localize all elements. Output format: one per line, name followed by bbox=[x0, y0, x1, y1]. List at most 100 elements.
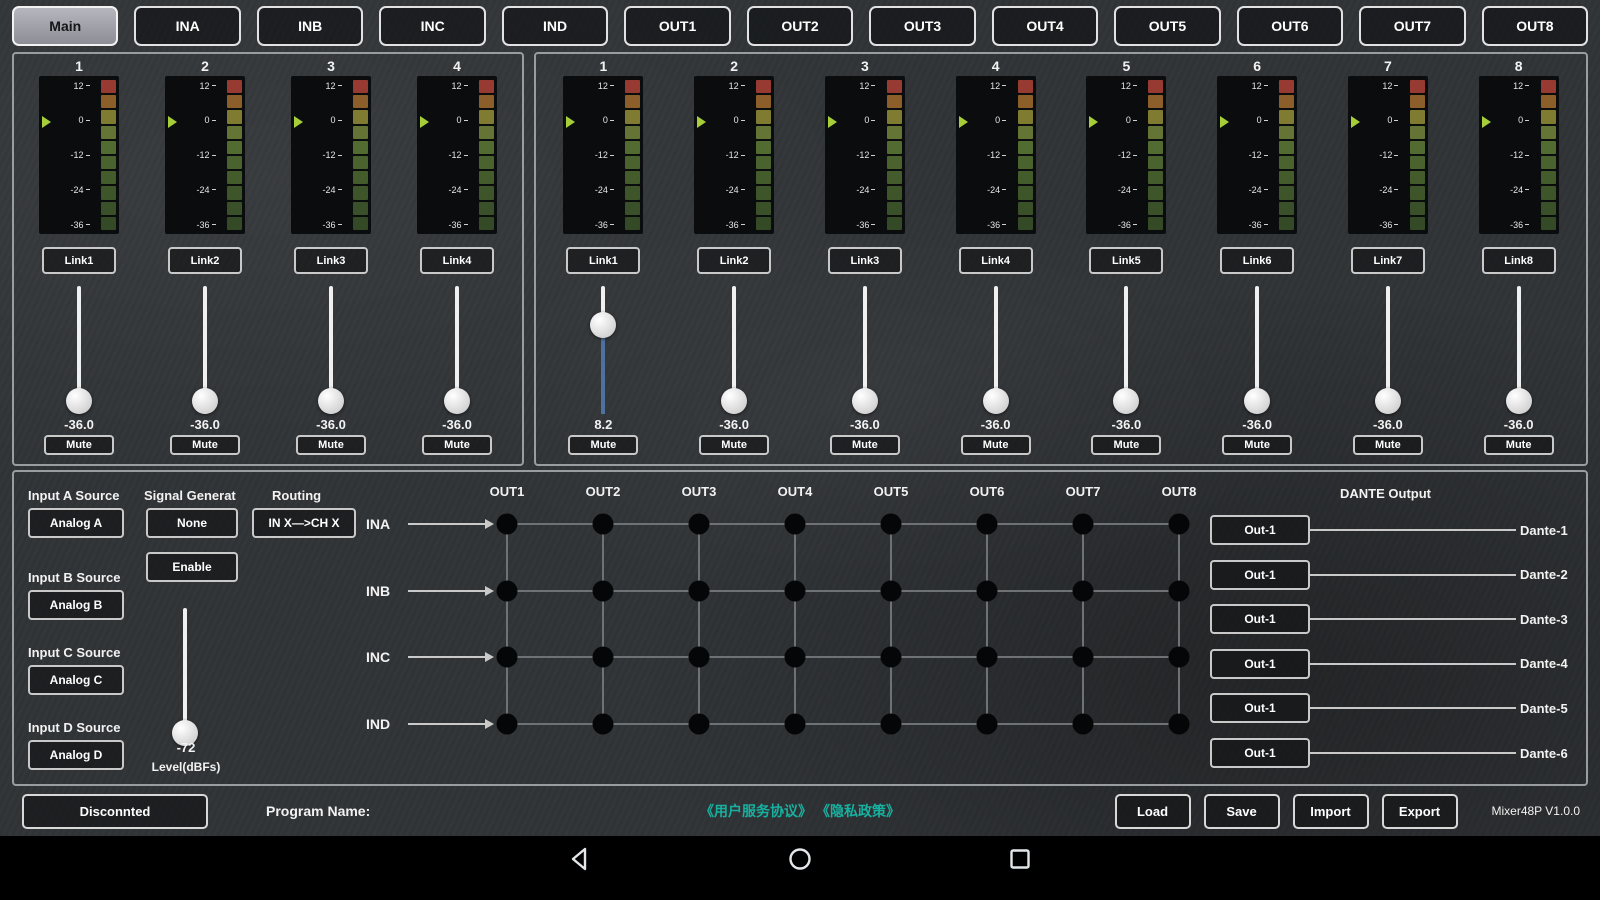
link-button[interactable]: Link5 bbox=[1089, 247, 1164, 274]
matrix-crosspoint[interactable] bbox=[784, 713, 806, 735]
matrix-crosspoint[interactable] bbox=[880, 713, 902, 735]
mute-button[interactable]: Mute bbox=[296, 435, 366, 455]
fader-knob[interactable] bbox=[1113, 388, 1140, 414]
tab-ind[interactable]: IND bbox=[501, 6, 609, 46]
matrix-crosspoint[interactable] bbox=[592, 713, 614, 735]
bottom-export-button[interactable]: Export bbox=[1381, 793, 1458, 829]
matrix-crosspoint[interactable] bbox=[1072, 580, 1094, 602]
dante-out-button[interactable]: Out-1 bbox=[1210, 515, 1310, 545]
dante-out-button[interactable]: Out-1 bbox=[1210, 693, 1310, 724]
link-button[interactable]: Link6 bbox=[1220, 247, 1295, 274]
channel-fader[interactable] bbox=[588, 286, 618, 414]
tab-inb[interactable]: INB bbox=[256, 6, 364, 46]
tab-inc[interactable]: INC bbox=[379, 6, 486, 46]
channel-fader[interactable] bbox=[190, 286, 220, 414]
mute-button[interactable]: Mute bbox=[829, 435, 900, 455]
channel-fader[interactable] bbox=[1373, 286, 1403, 414]
channel-fader[interactable] bbox=[442, 286, 472, 414]
dante-out-button[interactable]: Out-1 bbox=[1210, 559, 1310, 590]
tab-out4[interactable]: OUT4 bbox=[991, 6, 1099, 46]
agreement-links[interactable]: 《用户服务协议》 《隐私政策》 bbox=[700, 801, 900, 821]
tab-ina[interactable]: INA bbox=[134, 6, 241, 46]
matrix-crosspoint[interactable] bbox=[1168, 513, 1190, 535]
link-button[interactable]: Link7 bbox=[1350, 247, 1425, 274]
tab-out7[interactable]: OUT7 bbox=[1359, 6, 1466, 46]
link-button[interactable]: Link3 bbox=[294, 247, 368, 274]
tab-out3[interactable]: OUT3 bbox=[869, 6, 976, 46]
recents-icon[interactable] bbox=[1007, 846, 1033, 872]
link-button[interactable]: Link4 bbox=[420, 247, 494, 274]
matrix-crosspoint[interactable] bbox=[880, 580, 902, 602]
matrix-crosspoint[interactable] bbox=[1072, 646, 1094, 668]
bottom-import-button[interactable]: Import bbox=[1292, 793, 1369, 829]
channel-fader[interactable] bbox=[1242, 286, 1272, 414]
fader-knob[interactable] bbox=[590, 311, 617, 338]
link-button[interactable]: Link1 bbox=[42, 247, 116, 274]
tab-out1[interactable]: OUT1 bbox=[624, 6, 731, 46]
matrix-crosspoint[interactable] bbox=[880, 513, 902, 535]
link-button[interactable]: Link8 bbox=[1481, 247, 1556, 274]
fader-knob[interactable] bbox=[1244, 388, 1271, 414]
matrix-crosspoint[interactable] bbox=[1168, 646, 1190, 668]
mute-button[interactable]: Mute bbox=[1222, 435, 1293, 455]
matrix-crosspoint[interactable] bbox=[880, 646, 902, 668]
dante-out-button[interactable]: Out-1 bbox=[1210, 738, 1310, 768]
back-icon[interactable] bbox=[567, 846, 593, 872]
matrix-crosspoint[interactable] bbox=[976, 646, 998, 668]
input-d-source-button[interactable]: Analog D bbox=[28, 740, 124, 770]
matrix-crosspoint[interactable] bbox=[784, 513, 806, 535]
matrix-crosspoint[interactable] bbox=[496, 513, 518, 535]
tab-main[interactable]: Main bbox=[12, 6, 119, 46]
matrix-crosspoint[interactable] bbox=[688, 646, 710, 668]
signal-generator-enable-button[interactable]: Enable bbox=[146, 552, 238, 582]
mute-button[interactable]: Mute bbox=[960, 435, 1031, 455]
channel-fader[interactable] bbox=[316, 286, 346, 414]
matrix-crosspoint[interactable] bbox=[976, 580, 998, 602]
fader-knob[interactable] bbox=[851, 388, 878, 414]
matrix-crosspoint[interactable] bbox=[688, 580, 710, 602]
matrix-crosspoint[interactable] bbox=[496, 646, 518, 668]
channel-fader[interactable] bbox=[1111, 286, 1141, 414]
matrix-crosspoint[interactable] bbox=[1168, 713, 1190, 735]
mute-button[interactable]: Mute bbox=[699, 435, 770, 455]
fader-knob[interactable] bbox=[721, 388, 748, 414]
matrix-crosspoint[interactable] bbox=[592, 646, 614, 668]
matrix-crosspoint[interactable] bbox=[592, 580, 614, 602]
matrix-crosspoint[interactable] bbox=[688, 513, 710, 535]
matrix-crosspoint[interactable] bbox=[784, 646, 806, 668]
input-c-source-button[interactable]: Analog C bbox=[28, 665, 124, 695]
routing-mode-button[interactable]: IN X—>CH X bbox=[252, 508, 356, 538]
fader-knob[interactable] bbox=[192, 388, 218, 414]
matrix-crosspoint[interactable] bbox=[496, 713, 518, 735]
mute-button[interactable]: Mute bbox=[1483, 435, 1554, 455]
mute-button[interactable]: Mute bbox=[170, 435, 240, 455]
matrix-crosspoint[interactable] bbox=[688, 713, 710, 735]
mute-button[interactable]: Mute bbox=[1352, 435, 1423, 455]
matrix-crosspoint[interactable] bbox=[1072, 513, 1094, 535]
matrix-crosspoint[interactable] bbox=[976, 713, 998, 735]
fader-knob[interactable] bbox=[66, 388, 92, 414]
dante-out-button[interactable]: Out-1 bbox=[1210, 604, 1310, 635]
signal-generator-type-button[interactable]: None bbox=[146, 508, 238, 538]
fader-knob[interactable] bbox=[982, 388, 1009, 414]
mute-button[interactable]: Mute bbox=[44, 435, 114, 455]
mute-button[interactable]: Mute bbox=[422, 435, 492, 455]
input-b-source-button[interactable]: Analog B bbox=[28, 590, 124, 620]
connection-status-button[interactable]: Disconnted bbox=[22, 793, 208, 829]
link-button[interactable]: Link2 bbox=[697, 247, 772, 274]
dante-out-button[interactable]: Out-1 bbox=[1210, 648, 1310, 679]
fader-knob[interactable] bbox=[444, 388, 470, 414]
link-button[interactable]: Link3 bbox=[827, 247, 902, 274]
mute-button[interactable]: Mute bbox=[1091, 435, 1162, 455]
link-button[interactable]: Link2 bbox=[168, 247, 242, 274]
link-button[interactable]: Link4 bbox=[958, 247, 1033, 274]
link-button[interactable]: Link1 bbox=[566, 247, 641, 274]
fader-knob[interactable] bbox=[1505, 388, 1532, 414]
matrix-crosspoint[interactable] bbox=[1072, 713, 1094, 735]
bottom-save-button[interactable]: Save bbox=[1203, 793, 1280, 829]
channel-fader[interactable] bbox=[64, 286, 94, 414]
signal-generator-level-fader[interactable] bbox=[170, 608, 200, 746]
home-icon[interactable] bbox=[787, 846, 813, 872]
channel-fader[interactable] bbox=[1504, 286, 1534, 414]
channel-fader[interactable] bbox=[719, 286, 749, 414]
